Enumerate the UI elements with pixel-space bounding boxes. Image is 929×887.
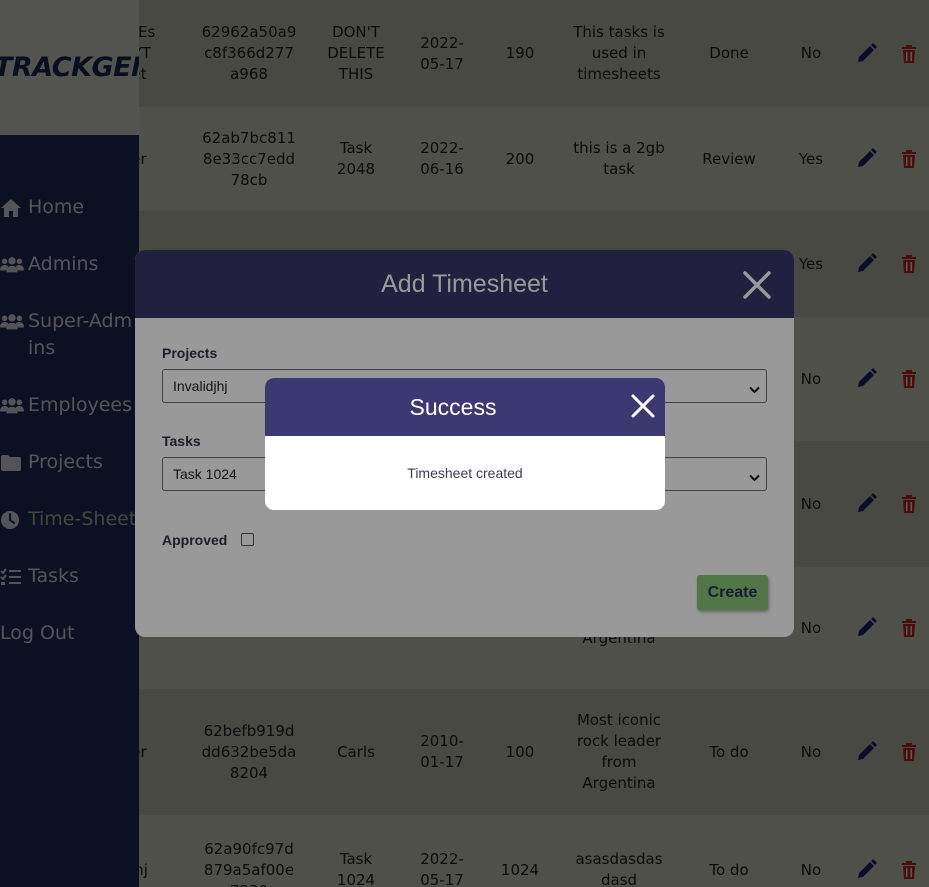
success-header: Success xyxy=(265,378,665,436)
success-modal: Success Timesheet created xyxy=(265,378,665,510)
success-title: Success xyxy=(409,394,497,420)
success-message: Timesheet created xyxy=(407,465,523,481)
close-icon[interactable] xyxy=(630,393,656,419)
